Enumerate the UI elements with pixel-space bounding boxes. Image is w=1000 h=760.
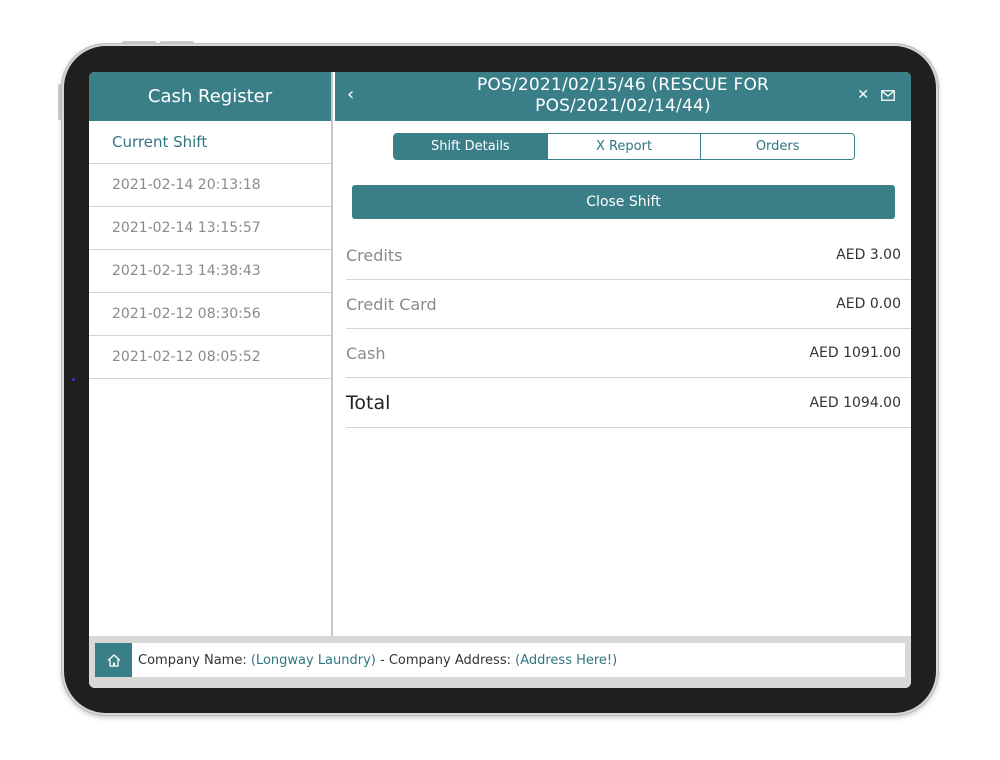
company-info: Company Name: (Longway Laundry) - Compan…: [138, 653, 617, 668]
shift-item[interactable]: 2021-02-12 08:05:52: [89, 336, 331, 379]
company-footer: Company Name: (Longway Laundry) - Compan…: [95, 643, 905, 677]
app-screen: Cash Register Current Shift 2021-02-14 2…: [89, 72, 911, 688]
company-address-label: Company Address:: [388, 652, 511, 668]
summary-label: Credits: [346, 245, 403, 265]
summary-row-credit-card: Credit Card AED 0.00: [346, 280, 911, 329]
shift-item-label: 2021-02-12 08:05:52: [112, 349, 261, 365]
tab-x-report[interactable]: X Report: [547, 134, 702, 159]
close-shift-button[interactable]: Close Shift: [352, 185, 895, 219]
shift-item-label: Current Shift: [112, 133, 208, 151]
shift-title: POS/2021/02/15/46 (RESCUE FOR POS/2021/0…: [476, 75, 770, 116]
shift-item[interactable]: 2021-02-14 13:15:57: [89, 207, 331, 250]
summary-value: AED 0.00: [836, 296, 901, 312]
shift-item-label: 2021-02-14 20:13:18: [112, 177, 261, 193]
detail-header: ‹ POS/2021/02/15/46 (RESCUE FOR POS/2021…: [335, 72, 911, 121]
summary-row-cash: Cash AED 1091.00: [346, 329, 911, 378]
footer-separator: -: [375, 652, 389, 668]
company-address: (Address Here!): [515, 652, 618, 668]
summary-label: Cash: [346, 343, 386, 363]
summary-value: AED 1091.00: [809, 345, 901, 361]
tab-orders[interactable]: Orders: [701, 134, 854, 159]
close-icon[interactable]: ✕: [857, 87, 869, 103]
summary-value: AED 3.00: [836, 247, 901, 263]
camera-dot: [72, 378, 75, 381]
detail-tabs: Shift Details X Report Orders: [393, 133, 855, 160]
shift-item-current[interactable]: Current Shift: [89, 121, 331, 164]
summary-total-label: Total: [346, 391, 391, 414]
summary-total-value: AED 1094.00: [809, 394, 901, 411]
company-name-label: Company Name:: [138, 652, 247, 668]
sidebar-title: Cash Register: [89, 72, 331, 121]
company-name: (Longway Laundry): [250, 652, 376, 668]
payment-summary: Credits AED 3.00 Credit Card AED 0.00 Ca…: [346, 231, 911, 428]
shift-item-label: 2021-02-13 14:38:43: [112, 263, 261, 279]
shift-item[interactable]: 2021-02-12 08:30:56: [89, 293, 331, 336]
home-button[interactable]: [95, 643, 132, 677]
shift-item-label: 2021-02-12 08:30:56: [112, 306, 261, 322]
home-icon: [107, 653, 120, 667]
shift-item[interactable]: 2021-02-13 14:38:43: [89, 250, 331, 293]
shift-item-label: 2021-02-14 13:15:57: [112, 220, 261, 236]
shift-item[interactable]: 2021-02-14 20:13:18: [89, 164, 331, 207]
tab-shift-details[interactable]: Shift Details: [394, 134, 548, 159]
summary-row-credits: Credits AED 3.00: [346, 231, 911, 280]
shift-sidebar: Cash Register Current Shift 2021-02-14 2…: [89, 72, 333, 636]
shift-detail-panel: ‹ POS/2021/02/15/46 (RESCUE FOR POS/2021…: [335, 72, 911, 636]
chevron-left-icon[interactable]: ‹: [347, 86, 354, 104]
summary-label: Credit Card: [346, 294, 437, 314]
summary-row-total: Total AED 1094.00: [346, 378, 911, 428]
mail-icon[interactable]: [881, 90, 895, 101]
